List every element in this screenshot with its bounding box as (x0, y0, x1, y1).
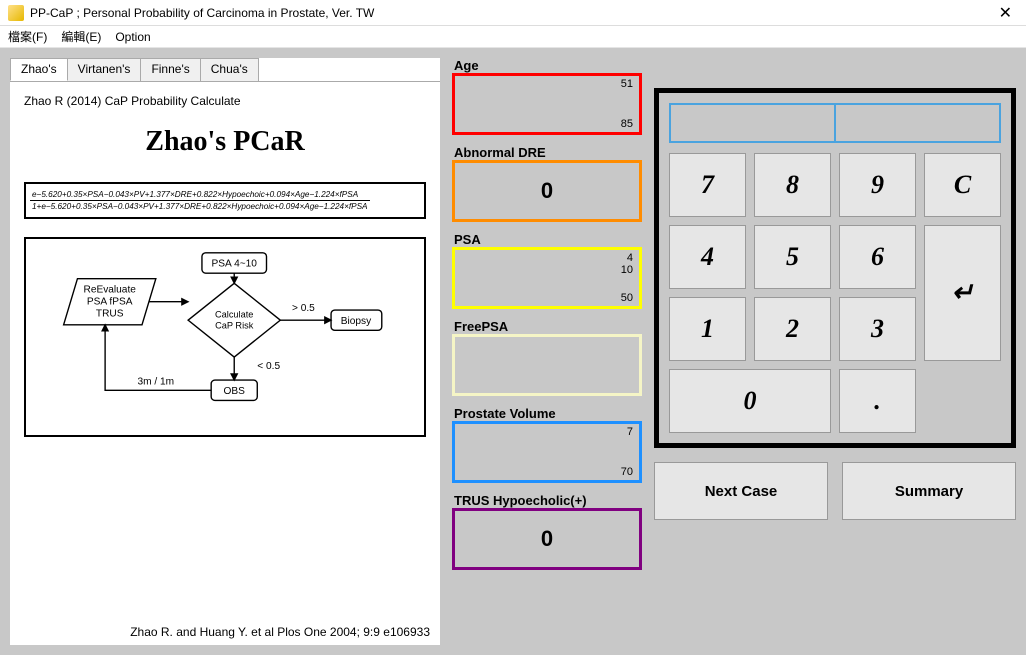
app-icon (8, 5, 24, 21)
psa-v2: 10 (621, 264, 633, 276)
dre-field[interactable]: 0 (452, 160, 642, 222)
menu-option[interactable]: Option (115, 30, 150, 44)
titlebar: PP-CaP ; Personal Probability of Carcino… (0, 0, 1026, 26)
key-1[interactable]: 1 (669, 297, 746, 361)
formula-denominator: 1+e−5.620+0.35×PSA−0.043×PV+1.377×DRE+0.… (30, 201, 370, 211)
doc-panel: Zhao's Virtanen's Finne's Chua's Zhao R … (10, 58, 440, 645)
close-icon[interactable]: ✕ (993, 3, 1018, 23)
fpsa-field[interactable] (452, 334, 642, 396)
window-title: PP-CaP ; Personal Probability of Carcino… (30, 6, 993, 20)
key-4[interactable]: 4 (669, 225, 746, 289)
key-3[interactable]: 3 (839, 297, 916, 361)
menu-file[interactable]: 檔案(F) (8, 28, 47, 45)
trus-label: TRUS Hypoecholic(+) (454, 493, 642, 508)
svg-text:TRUS: TRUS (96, 308, 124, 319)
menubar: 檔案(F) 編輯(E) Option (0, 26, 1026, 48)
summary-button[interactable]: Summary (842, 462, 1016, 520)
key-8[interactable]: 8 (754, 153, 831, 217)
svg-text:ReEvaluate: ReEvaluate (84, 285, 137, 296)
pv-min: 7 (627, 426, 633, 438)
key-clear[interactable]: C (924, 153, 1001, 217)
svg-text:3m / 1m: 3m / 1m (138, 377, 175, 388)
svg-text:CaP Risk: CaP Risk (215, 320, 254, 330)
display-row (669, 103, 1001, 143)
tab-zhao[interactable]: Zhao's (10, 58, 68, 81)
svg-text:Biopsy: Biopsy (341, 316, 372, 327)
psa-label: PSA (454, 232, 642, 247)
doc-title: Zhao's PCaR (24, 126, 426, 158)
tab-chua[interactable]: Chua's (200, 58, 259, 81)
display-left (670, 104, 835, 142)
psa-v3: 50 (621, 292, 633, 304)
key-enter[interactable]: ↵ (924, 225, 1001, 361)
pv-max: 70 (621, 466, 633, 478)
key-0[interactable]: 0 (669, 369, 831, 433)
svg-text:PSA fPSA: PSA fPSA (87, 296, 133, 307)
tab-virtanen[interactable]: Virtanen's (67, 58, 142, 81)
svg-text:> 0.5: > 0.5 (292, 303, 315, 314)
fpsa-label: FreePSA (454, 319, 642, 334)
trus-value: 0 (541, 526, 553, 552)
pv-field[interactable]: 7 70 (452, 421, 642, 483)
next-case-button[interactable]: Next Case (654, 462, 828, 520)
psa-v1: 4 (627, 252, 633, 264)
age-max: 85 (621, 118, 633, 130)
age-field[interactable]: 51 85 (452, 73, 642, 135)
flow-psa-range: PSA 4~10 (212, 259, 258, 270)
pv-label: Prostate Volume (454, 406, 642, 421)
display-right (835, 104, 1000, 142)
trus-field[interactable]: 0 (452, 508, 642, 570)
key-6[interactable]: 6 (839, 225, 916, 289)
key-9[interactable]: 9 (839, 153, 916, 217)
key-7[interactable]: 7 (669, 153, 746, 217)
doc-citation: Zhao R. and Huang Y. et al Plos One 2004… (130, 625, 430, 639)
svg-text:Calculate: Calculate (215, 309, 253, 319)
dre-value: 0 (541, 178, 553, 204)
dre-label: Abnormal DRE (454, 145, 642, 160)
key-2[interactable]: 2 (754, 297, 831, 361)
input-column: Age 51 85 Abnormal DRE 0 PSA 4 10 50 Fre… (452, 58, 642, 645)
formula-box: e−5.620+0.35×PSA−0.043×PV+1.377×DRE+0.82… (24, 182, 426, 219)
keypad-column: 7 8 9 C 4 5 6 ↵ 1 2 3 0 . Next Case Summ… (654, 58, 1016, 645)
age-label: Age (454, 58, 642, 73)
psa-field[interactable]: 4 10 50 (452, 247, 642, 309)
age-min: 51 (621, 78, 633, 90)
tab-finne[interactable]: Finne's (140, 58, 200, 81)
svg-text:< 0.5: < 0.5 (257, 361, 280, 372)
formula-numerator: e−5.620+0.35×PSA−0.043×PV+1.377×DRE+0.82… (30, 190, 370, 201)
calculator: 7 8 9 C 4 5 6 ↵ 1 2 3 0 . (654, 88, 1016, 448)
key-dot[interactable]: . (839, 369, 916, 433)
doc-subtitle: Zhao R (2014) CaP Probability Calculate (24, 94, 426, 108)
flowchart: PSA 4~10 ReEvaluate PSA fPSA TRUS Calcul… (24, 237, 426, 437)
svg-text:OBS: OBS (224, 386, 246, 397)
key-5[interactable]: 5 (754, 225, 831, 289)
menu-edit[interactable]: 編輯(E) (61, 28, 101, 45)
tab-strip: Zhao's Virtanen's Finne's Chua's (10, 58, 440, 82)
